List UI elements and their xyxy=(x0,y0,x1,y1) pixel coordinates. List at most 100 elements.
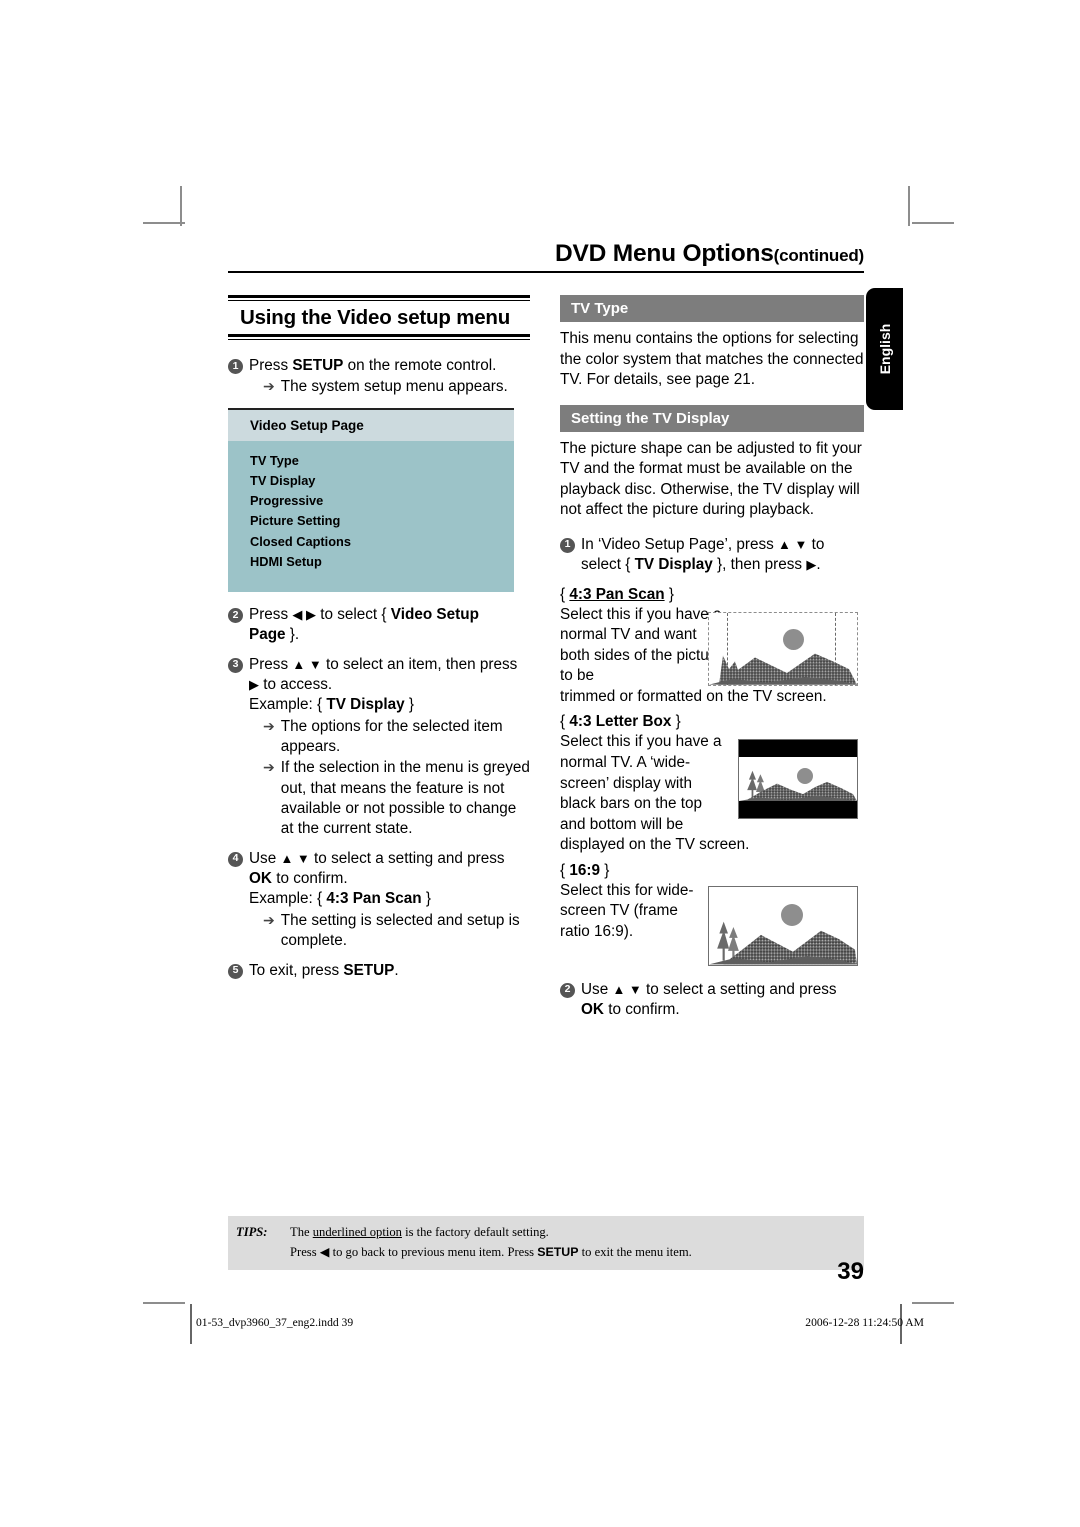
section-rule-bottom-thin xyxy=(228,339,530,340)
language-side-tab: English xyxy=(866,288,903,410)
step-1-text-b: on the remote control. xyxy=(343,357,497,374)
tips-box: TIPS: The underlined option is the facto… xyxy=(228,1216,864,1271)
tv-display-step-1-body: In ‘Video Setup Page’, press ▲ ▼ to sele… xyxy=(581,535,864,576)
running-head-rule xyxy=(228,271,864,273)
tips-line-1-post: is the factory default setting. xyxy=(401,1225,549,1239)
step-number-2: 2 xyxy=(228,608,243,623)
step-2: 2 Press ◀ ▶ to select { Video Setup Page… xyxy=(228,605,530,646)
step-4: 4 Use ▲ ▼ to select a setting and press … xyxy=(228,849,530,952)
step-4-sub-1-text: The setting is selected and setup is com… xyxy=(280,911,520,950)
step-3-line-3: Example: { TV Display } xyxy=(249,696,414,714)
menu-item-progressive[interactable]: Progressive xyxy=(250,491,514,511)
option-letter-box-text-full: displayed on the TV screen. xyxy=(560,836,750,854)
pan-scan-scene xyxy=(709,612,857,685)
brace-close: } xyxy=(599,861,610,879)
step-3-sub-1: ➔ The options for the selected item appe… xyxy=(249,717,530,758)
step-2-line-2: Page }. xyxy=(249,626,300,644)
brace-open: { xyxy=(560,861,570,879)
arrow-icon: ➔ xyxy=(263,911,275,928)
step-1-sub-1: ➔ The system setup menu appears. xyxy=(249,377,530,397)
step-5-body: To exit, press SETUP. xyxy=(249,961,530,981)
step-3-example-value: TV Display xyxy=(326,696,405,714)
running-head-title: DVD Menu Options xyxy=(555,240,774,267)
step-3: 3 Press ▲ ▼ to select an item, then pres… xyxy=(228,655,530,840)
brace-open: { xyxy=(560,585,570,603)
mountain-shape xyxy=(739,782,857,802)
page-number: 39 xyxy=(837,1258,864,1285)
pan-scan-illustration xyxy=(708,611,858,686)
print-footer-filename: 01-53_dvp3960_37_eng2.indd 39 xyxy=(196,1316,354,1329)
step-3-sub-2-text: If the selection in the menu is greyed o… xyxy=(280,759,530,838)
menu-item-tv-type[interactable]: TV Type xyxy=(250,451,514,471)
step-4-keyword-ok: OK xyxy=(249,870,272,888)
step-4-line-3: Example: { 4:3 Pan Scan } xyxy=(249,890,431,908)
option-widescreen-title: { 16:9 } xyxy=(560,862,864,880)
crop-mark-top-left-horizontal xyxy=(143,222,185,224)
tv-display-body: The picture shape can be adjusted to fit… xyxy=(560,439,862,519)
tips-line-2-pre: Press ◀ to go back to previous menu item… xyxy=(290,1244,538,1259)
step-3-sub-1-text: The options for the selected item appear… xyxy=(280,717,503,756)
option-letter-box-name: 4:3 Letter Box xyxy=(569,713,672,731)
running-head: DVD Menu Options(continued) xyxy=(228,240,864,271)
step-3-sub-2: ➔ If the selection in the menu is greyed… xyxy=(249,758,530,839)
tv-type-body: This menu contains the options for selec… xyxy=(560,330,864,389)
step-4-sub-1: ➔ The setting is selected and setup is c… xyxy=(249,911,530,952)
mountain-shape xyxy=(709,653,857,685)
step-1-text-a: Press xyxy=(249,357,293,374)
option-pan-scan: { 4:3 Pan Scan } Select this if you have… xyxy=(560,586,864,708)
section-rule-top-thick xyxy=(228,295,530,298)
arrow-icon: ➔ xyxy=(263,759,275,776)
left-column: Using the Video setup menu 1 Press SETUP… xyxy=(228,295,530,981)
tips-line-1-pre: The xyxy=(290,1225,313,1239)
page-content: DVD Menu Options(continued) Using the Vi… xyxy=(228,240,864,1021)
step-3-line-1: Press ▲ ▼ to select an item, then press xyxy=(249,655,518,673)
option-widescreen: { 16:9 } Select this for wide-screen TV … xyxy=(560,862,864,974)
tv-display-step-1-line-1: In ‘Video Setup Page’, press ▲ ▼ to xyxy=(581,535,825,553)
step-number-2: 2 xyxy=(560,982,575,998)
step-3-body: Press ▲ ▼ to select an item, then press … xyxy=(249,655,530,840)
option-letter-box-text-narrow: Select this if you have a normal TV. A ‘… xyxy=(560,733,722,833)
menu-item-picture-setting[interactable]: Picture Setting xyxy=(250,511,514,531)
option-pan-scan-title: { 4:3 Pan Scan } xyxy=(560,586,864,604)
section-title-block: Using the Video setup menu xyxy=(228,295,530,340)
tips-line-1: The underlined option is the factory def… xyxy=(290,1223,864,1243)
black-bar-bottom xyxy=(739,801,857,819)
step-1-line: Press SETUP on the remote control. xyxy=(249,356,530,376)
menu-item-hdmi-setup[interactable]: HDMI Setup xyxy=(250,552,514,572)
menu-item-tv-display[interactable]: TV Display xyxy=(250,471,514,491)
step-5: 5 To exit, press SETUP. xyxy=(228,961,530,981)
step-2-text: to confirm. xyxy=(603,1001,680,1019)
brace-close: } xyxy=(671,713,681,731)
menu-item-closed-captions[interactable]: Closed Captions xyxy=(250,532,514,552)
step-2-bold-a: Video Setup xyxy=(390,606,479,623)
step-4-line-2: OK to confirm. xyxy=(249,870,348,888)
tv-display-step-2-line-2: OK to confirm. xyxy=(581,1000,864,1020)
video-setup-page-menu-body: TV Type TV Display Progressive Picture S… xyxy=(228,440,514,592)
tips-label-spacer xyxy=(228,1243,290,1263)
tips-row-2: Press ◀ to go back to previous menu item… xyxy=(228,1243,864,1263)
step-2-body: Press ◀ ▶ to select { Video Setup Page }… xyxy=(249,605,530,646)
tv-display-heading: Setting the TV Display xyxy=(560,404,864,432)
tv-display-step-2: 2 Use ▲ ▼ to select a setting and press … xyxy=(560,980,864,1021)
tv-display-step-1-line-2: select { TV Display }, then press ▶. xyxy=(581,556,821,574)
step-5-line-1: To exit, press SETUP. xyxy=(249,961,399,979)
tips-row-1: TIPS: The underlined option is the facto… xyxy=(228,1223,864,1243)
right-column: TV Type This menu contains the options f… xyxy=(560,295,864,1021)
option-widescreen-text-narrow: Select this for wide-screen TV (frame ra… xyxy=(560,881,694,940)
print-footer-timestamp: 2006-12-28 11:24:50 AM xyxy=(805,1316,924,1329)
option-letter-box: { 4:3 Letter Box } Select this if you ha… xyxy=(560,713,864,855)
step-2-bold-b: Page xyxy=(249,626,286,644)
tv-type-heading: TV Type xyxy=(560,295,864,322)
language-side-tab-label: English xyxy=(876,323,893,375)
step-1-sub-1-text: The system setup menu appears. xyxy=(280,378,508,396)
widescreen-scene xyxy=(709,886,857,965)
tv-display-step-2-body: Use ▲ ▼ to select a setting and press OK… xyxy=(581,980,864,1021)
step-3-line-2: ▶ to access. xyxy=(249,676,333,694)
mountain-shape xyxy=(709,931,857,965)
crop-mark-bottom-left-horizontal xyxy=(143,1302,185,1304)
step-number-5: 5 xyxy=(228,963,243,979)
step-1-body: Press SETUP on the remote control. ➔ The… xyxy=(249,356,530,398)
step-2-line-1: Press ◀ ▶ to select { Video Setup xyxy=(249,606,479,623)
option-letter-box-title: { 4:3 Letter Box } xyxy=(560,713,864,731)
video-setup-page-menu-header: Video Setup Page xyxy=(228,409,514,441)
